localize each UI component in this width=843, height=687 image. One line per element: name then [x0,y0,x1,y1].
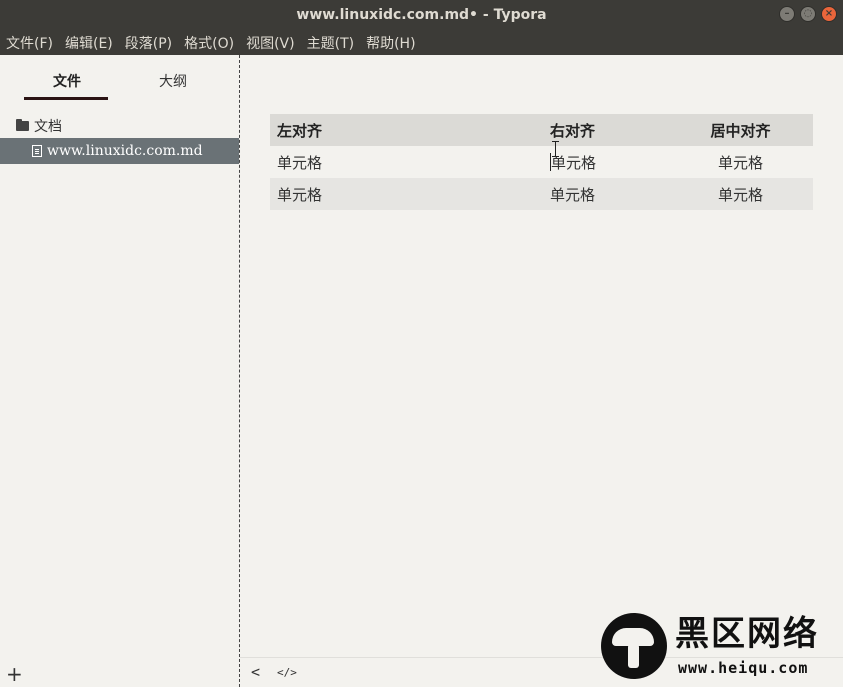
table-cell[interactable]: 单元格 [668,178,813,210]
menu-paragraph[interactable]: 段落(P) [125,33,172,53]
ibeam-cursor-icon [552,141,560,157]
file-label: www.linuxidc.com.md [47,143,203,159]
header-right-align[interactable]: 右对齐 [542,114,668,146]
window-controls: – ◌ × [779,6,837,22]
source-code-toggle-icon[interactable]: </> [277,666,297,679]
folder-label: 文档 [34,119,62,135]
tab-outline[interactable]: 大纲 [159,71,187,91]
watermark-url: www.heiqu.com [678,659,809,677]
header-left-align[interactable]: 左对齐 [270,114,542,146]
minimize-button[interactable]: – [779,6,795,22]
table-row: 单元格 单元格 单元格 [270,146,813,178]
mushroom-logo-icon [601,613,667,679]
menu-file[interactable]: 文件(F) [6,33,53,53]
folder-icon [16,119,29,131]
editor-area[interactable]: 左对齐 右对齐 居中对齐 单元格 单元格 单元格 单元格 单元格 单元格 [240,55,843,657]
table-cell[interactable]: 单元格 [270,146,542,178]
window-title: www.linuxidc.com.md• - Typora [296,7,547,23]
menu-edit[interactable]: 编辑(E) [65,33,113,53]
table-header-row: 左对齐 右对齐 居中对齐 [270,114,813,146]
table-cell[interactable]: 单元格 [668,146,813,178]
table-cell-focused[interactable]: 单元格 [542,146,668,178]
watermark-title: 黑区网络 [675,614,819,654]
folder-item[interactable]: 文档 [16,116,62,136]
tab-files[interactable]: 文件 [53,71,81,91]
sidebar-tabs: 文件 大纲 [0,55,239,101]
header-center-align[interactable]: 居中对齐 [668,114,813,146]
title-bar: www.linuxidc.com.md• - Typora – ◌ × [0,0,843,30]
typora-window: www.linuxidc.com.md• - Typora – ◌ × 文件(F… [0,0,843,687]
maximize-button[interactable]: ◌ [800,6,816,22]
table-cell[interactable]: 单元格 [542,178,668,210]
menu-format[interactable]: 格式(O) [184,33,234,53]
chevron-left-icon[interactable]: < [251,663,260,681]
sidebar: 文件 大纲 文档 www.linuxidc.com.md + [0,55,240,687]
document-icon [32,145,42,157]
markdown-table[interactable]: 左对齐 右对齐 居中对齐 单元格 单元格 单元格 单元格 单元格 单元格 [270,114,813,210]
menu-view[interactable]: 视图(V) [246,33,295,53]
menu-bar: 文件(F) 编辑(E) 段落(P) 格式(O) 视图(V) 主题(T) 帮助(H… [0,30,843,55]
active-tab-indicator [24,97,108,100]
menu-help[interactable]: 帮助(H) [366,33,415,53]
add-file-button[interactable]: + [6,664,23,684]
menu-themes[interactable]: 主题(T) [307,33,354,53]
file-item-selected[interactable]: www.linuxidc.com.md [0,138,239,164]
table-cell[interactable]: 单元格 [270,178,542,210]
close-button[interactable]: × [821,6,837,22]
watermark-logo: 黑区网络 www.heiqu.com [601,613,835,681]
table-row: 单元格 单元格 单元格 [270,178,813,210]
